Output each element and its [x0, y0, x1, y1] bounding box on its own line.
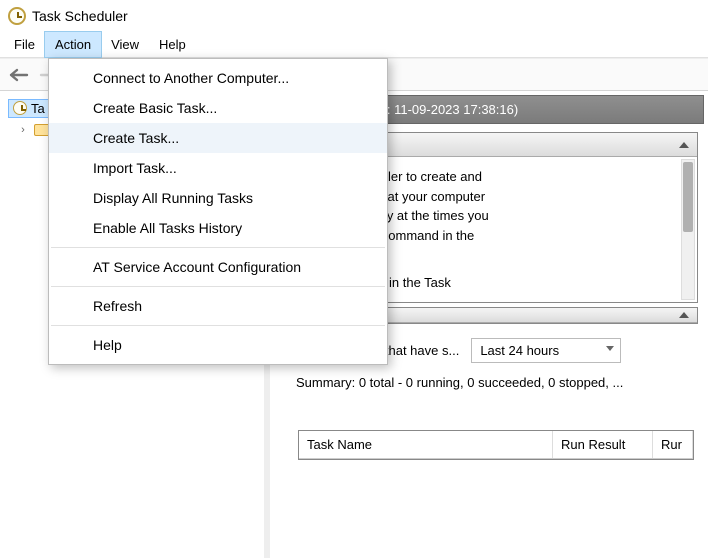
- menu-separator: [51, 286, 385, 287]
- window: Task Scheduler File Action View Help Ta: [0, 0, 708, 558]
- expander-icon[interactable]: ›: [16, 124, 30, 136]
- menu-help-item[interactable]: Help: [49, 330, 387, 360]
- col-task-name[interactable]: Task Name: [299, 431, 553, 458]
- menu-enable-tasks-history[interactable]: Enable All Tasks History: [49, 213, 387, 243]
- menu-bar: File Action View Help: [0, 32, 708, 58]
- combo-value: Last 24 hours: [480, 343, 559, 358]
- menu-view[interactable]: View: [101, 32, 149, 57]
- chevron-down-icon: [606, 346, 614, 351]
- action-dropdown: Connect to Another Computer... Create Ba…: [48, 58, 388, 365]
- caret-up-icon: [679, 312, 689, 318]
- col-run-partial[interactable]: Rur: [653, 431, 693, 458]
- menu-action[interactable]: Action: [45, 32, 101, 57]
- table-header-row: Task Name Run Result Rur: [299, 431, 693, 459]
- scrollbar-thumb[interactable]: [683, 162, 693, 232]
- arrow-left-icon: [9, 68, 29, 82]
- menu-display-running-tasks[interactable]: Display All Running Tasks: [49, 183, 387, 213]
- task-table: Task Name Run Result Rur: [298, 430, 694, 460]
- menu-separator: [51, 325, 385, 326]
- menu-create-basic-task[interactable]: Create Basic Task...: [49, 93, 387, 123]
- status-period-combo[interactable]: Last 24 hours: [471, 338, 621, 363]
- clock-icon: [13, 101, 27, 115]
- tree-root-label: Ta: [31, 101, 45, 116]
- menu-file[interactable]: File: [4, 32, 45, 57]
- menu-refresh[interactable]: Refresh: [49, 291, 387, 321]
- back-button[interactable]: [6, 63, 32, 87]
- tree-root-selected: Ta: [8, 99, 50, 118]
- col-run-result[interactable]: Run Result: [553, 431, 653, 458]
- menu-create-task[interactable]: Create Task...: [49, 123, 387, 153]
- menu-help[interactable]: Help: [149, 32, 196, 57]
- caret-up-icon: [679, 142, 689, 148]
- menu-import-task[interactable]: Import Task...: [49, 153, 387, 183]
- window-title: Task Scheduler: [32, 8, 128, 24]
- menu-separator: [51, 247, 385, 248]
- menu-at-service-config[interactable]: AT Service Account Configuration: [49, 252, 387, 282]
- title-bar: Task Scheduler: [0, 0, 708, 32]
- scrollbar[interactable]: [681, 159, 695, 300]
- app-icon: [8, 7, 26, 25]
- menu-connect-computer[interactable]: Connect to Another Computer...: [49, 63, 387, 93]
- status-summary: Summary: 0 total - 0 running, 0 succeede…: [296, 375, 698, 390]
